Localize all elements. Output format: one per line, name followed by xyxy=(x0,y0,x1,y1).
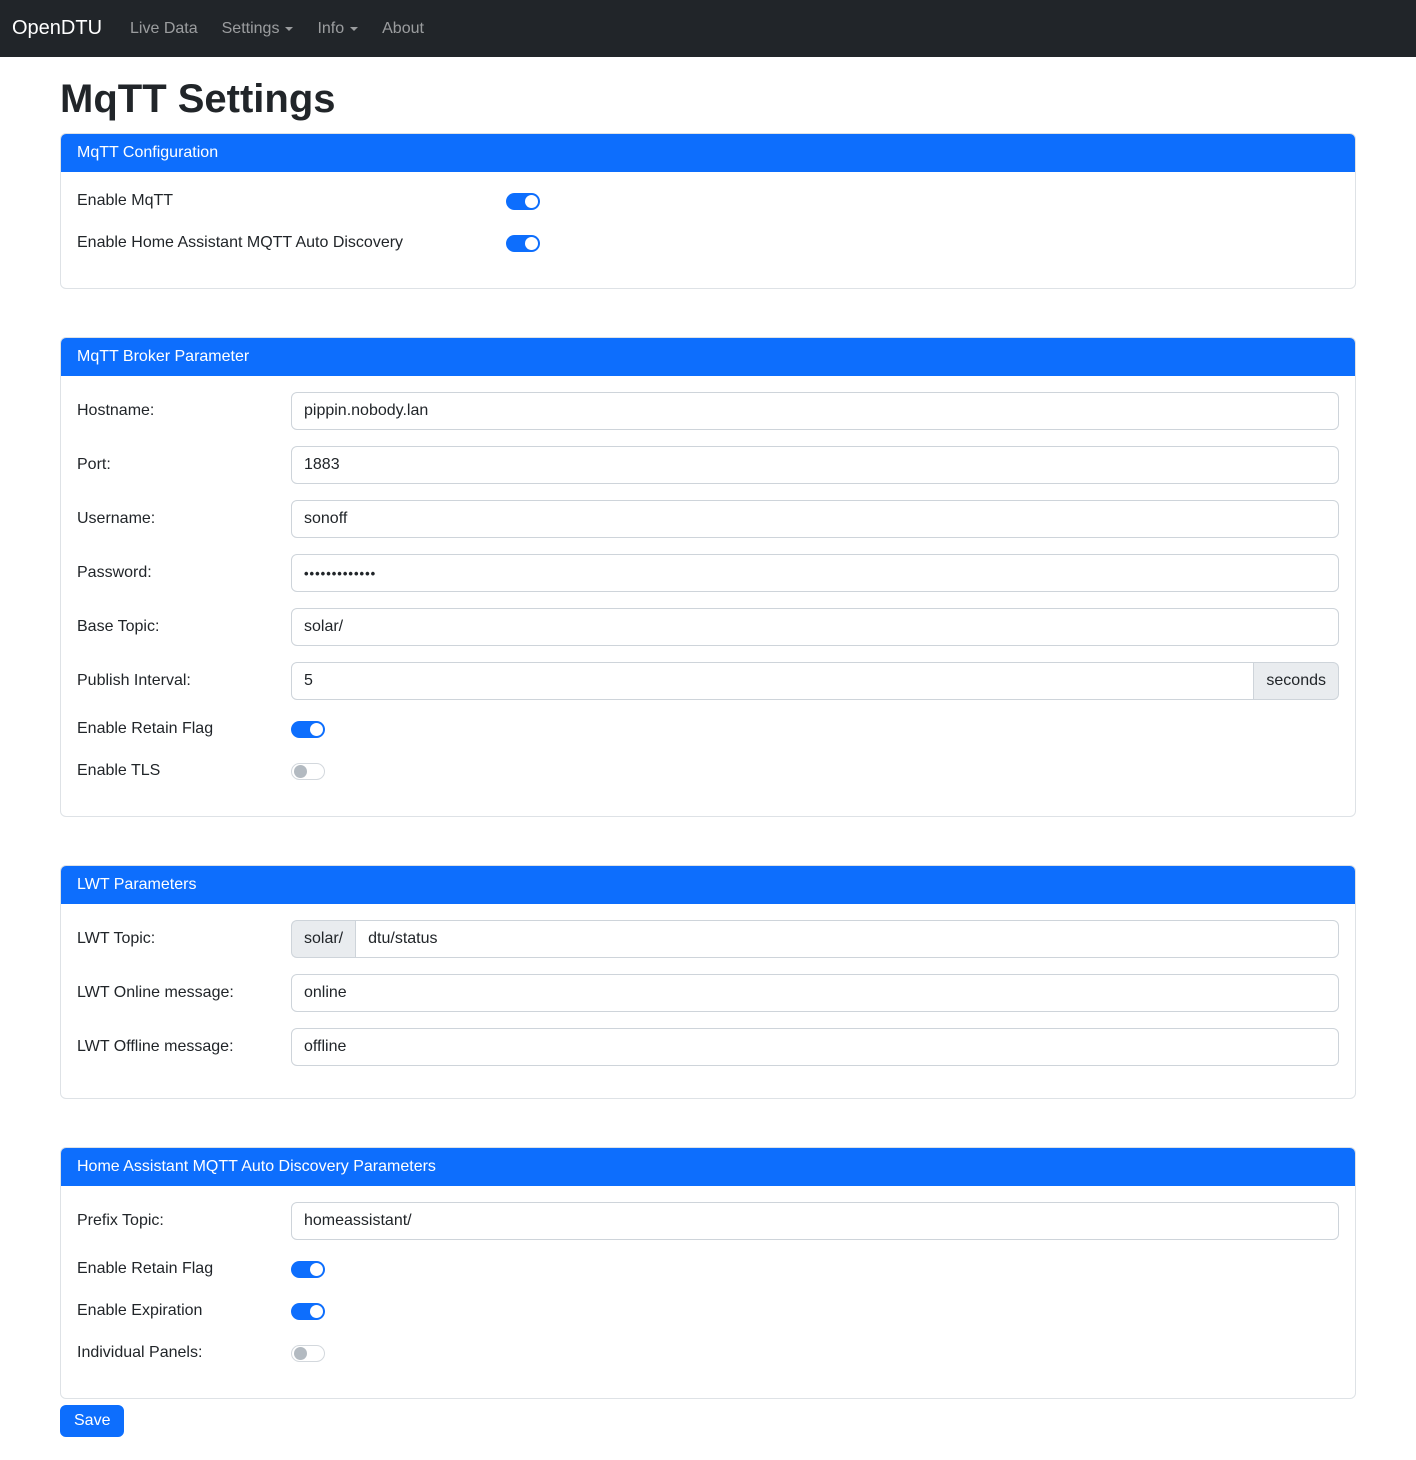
password-field[interactable] xyxy=(291,554,1339,592)
enable-mqtt-toggle[interactable] xyxy=(506,193,540,210)
username-row: Username: xyxy=(77,500,1339,538)
save-button[interactable]: Save xyxy=(60,1405,124,1437)
lwt-topic-prefix: solar/ xyxy=(291,920,355,958)
hostname-field[interactable] xyxy=(291,392,1339,430)
toggle-knob xyxy=(294,765,307,778)
individual-panels-toggle[interactable] xyxy=(291,1345,325,1362)
lwt-parameters-header: LWT Parameters xyxy=(61,866,1355,904)
mqtt-configuration-header: MqTT Configuration xyxy=(61,134,1355,172)
lwt-topic-row: LWT Topic: solar/ xyxy=(77,920,1339,958)
lwt-online-label: LWT Online message: xyxy=(77,984,291,1002)
brand-opendtu[interactable]: OpenDTU xyxy=(12,13,102,44)
password-row: Password: xyxy=(77,554,1339,592)
ha-retain-toggle[interactable] xyxy=(291,1261,325,1278)
lwt-topic-label: LWT Topic: xyxy=(77,930,291,948)
nav-info-label: Info xyxy=(317,20,344,38)
hostname-label: Hostname: xyxy=(77,402,291,420)
ha-expiration-toggle[interactable] xyxy=(291,1303,325,1320)
publish-interval-row: Publish Interval: seconds xyxy=(77,662,1339,700)
prefix-topic-field[interactable] xyxy=(291,1202,1339,1240)
nav-about-label: About xyxy=(382,20,424,38)
nav-settings-label: Settings xyxy=(222,20,280,38)
nav-info[interactable]: Info xyxy=(309,12,366,46)
port-field[interactable] xyxy=(291,446,1339,484)
nav-live-data[interactable]: Live Data xyxy=(122,12,206,46)
hostname-row: Hostname: xyxy=(77,392,1339,430)
lwt-parameters-card: LWT Parameters LWT Topic: solar/ LWT Onl… xyxy=(60,865,1356,1099)
username-field[interactable] xyxy=(291,500,1339,538)
base-topic-label: Base Topic: xyxy=(77,618,291,636)
toggle-knob xyxy=(525,237,538,250)
toggle-knob xyxy=(310,1305,323,1318)
port-row: Port: xyxy=(77,446,1339,484)
mqtt-configuration-card: MqTT Configuration Enable MqTT Enable Ho… xyxy=(60,133,1356,289)
toggle-knob xyxy=(310,723,323,736)
port-label: Port: xyxy=(77,456,291,474)
enable-mqtt-label: Enable MqTT xyxy=(77,192,506,210)
individual-panels-label: Individual Panels: xyxy=(77,1344,291,1362)
enable-ha-discovery-label: Enable Home Assistant MQTT Auto Discover… xyxy=(77,234,506,252)
ha-discovery-card: Home Assistant MQTT Auto Discovery Param… xyxy=(60,1147,1356,1399)
enable-ha-discovery-row: Enable Home Assistant MQTT Auto Discover… xyxy=(77,230,1339,256)
enable-tls-toggle[interactable] xyxy=(291,763,325,780)
enable-tls-row: Enable TLS xyxy=(77,758,1339,784)
mqtt-broker-header: MqTT Broker Parameter xyxy=(61,338,1355,376)
publish-interval-label: Publish Interval: xyxy=(77,672,291,690)
page-title: MqTT Settings xyxy=(60,75,1356,123)
broker-retain-toggle[interactable] xyxy=(291,721,325,738)
ha-retain-label: Enable Retain Flag xyxy=(77,1260,291,1278)
base-topic-field[interactable] xyxy=(291,608,1339,646)
username-label: Username: xyxy=(77,510,291,528)
ha-expiration-row: Enable Expiration xyxy=(77,1298,1339,1324)
individual-panels-row: Individual Panels: xyxy=(77,1340,1339,1366)
toggle-knob xyxy=(525,195,538,208)
top-navbar: OpenDTU Live Data Settings Info About xyxy=(0,0,1416,57)
chevron-down-icon xyxy=(285,27,293,31)
broker-retain-label: Enable Retain Flag xyxy=(77,720,291,738)
nav-settings[interactable]: Settings xyxy=(214,12,302,46)
base-topic-row: Base Topic: xyxy=(77,608,1339,646)
toggle-knob xyxy=(310,1263,323,1276)
prefix-topic-label: Prefix Topic: xyxy=(77,1212,291,1230)
broker-retain-row: Enable Retain Flag xyxy=(77,716,1339,742)
lwt-topic-field[interactable] xyxy=(355,920,1339,958)
lwt-offline-label: LWT Offline message: xyxy=(77,1038,291,1056)
mqtt-broker-card: MqTT Broker Parameter Hostname: Port: Us… xyxy=(60,337,1356,817)
publish-interval-unit: seconds xyxy=(1254,662,1339,700)
nav-about[interactable]: About xyxy=(374,12,432,46)
chevron-down-icon xyxy=(350,27,358,31)
enable-ha-discovery-toggle[interactable] xyxy=(506,235,540,252)
enable-mqtt-row: Enable MqTT xyxy=(77,188,1339,214)
ha-discovery-header: Home Assistant MQTT Auto Discovery Param… xyxy=(61,1148,1355,1186)
password-label: Password: xyxy=(77,564,291,582)
publish-interval-field[interactable] xyxy=(291,662,1254,700)
toggle-knob xyxy=(294,1347,307,1360)
ha-retain-row: Enable Retain Flag xyxy=(77,1256,1339,1282)
ha-expiration-label: Enable Expiration xyxy=(77,1302,291,1320)
lwt-online-row: LWT Online message: xyxy=(77,974,1339,1012)
lwt-offline-field[interactable] xyxy=(291,1028,1339,1066)
enable-tls-label: Enable TLS xyxy=(77,762,291,780)
nav-live-data-label: Live Data xyxy=(130,20,198,38)
prefix-topic-row: Prefix Topic: xyxy=(77,1202,1339,1240)
lwt-offline-row: LWT Offline message: xyxy=(77,1028,1339,1066)
lwt-online-field[interactable] xyxy=(291,974,1339,1012)
